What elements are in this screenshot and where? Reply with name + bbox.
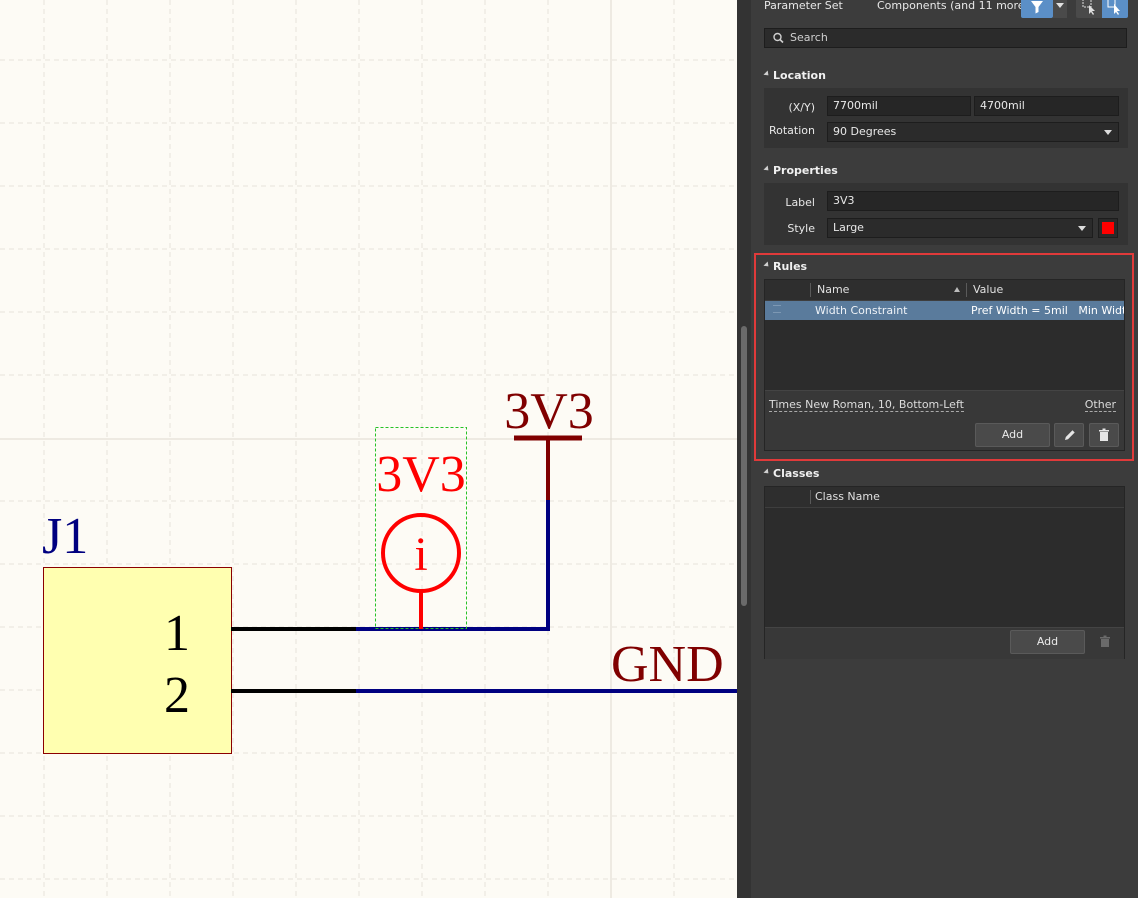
filter-button[interactable] [1021, 0, 1053, 18]
table-row[interactable]: Width Constraint Pref Width = 5mil Min W… [765, 301, 1124, 320]
properties-section-title[interactable]: Properties [773, 164, 838, 177]
net-label-gnd[interactable]: GND [611, 636, 724, 693]
row-handle-icon [773, 305, 781, 313]
filter-summary[interactable]: Components (and 11 more) [877, 0, 1029, 12]
component-designator[interactable]: J1 [42, 508, 88, 565]
location-section: (X/Y) 7700mil 4700mil Rotation 90 Degree… [764, 88, 1128, 148]
column-header-value[interactable]: Value [973, 280, 1003, 300]
rule-name-cell: Width Constraint [815, 304, 908, 317]
pin-1-number: 1 [164, 605, 190, 662]
column-separator [810, 490, 811, 504]
rules-table-footer: Times New Roman, 10, Bottom-Left Other [765, 390, 1124, 421]
search-icon [773, 32, 784, 44]
properties-section: Label 3V3 Style Large [764, 183, 1128, 245]
properties-collapse-icon[interactable] [763, 165, 771, 173]
style-label: Style [787, 222, 815, 235]
schematic-grid [0, 0, 737, 898]
pin-2-number: 2 [164, 667, 190, 724]
rotation-value: 90 Degrees [833, 125, 897, 138]
add-class-button[interactable]: Add [1010, 630, 1085, 654]
panel-scrollbar-thumb[interactable] [741, 326, 747, 606]
filter-icon [1031, 1, 1043, 14]
y-input[interactable]: 4700mil [974, 96, 1119, 116]
cursor-icon [1107, 0, 1120, 15]
label-label: Label [785, 196, 815, 209]
rotation-label: Rotation [768, 124, 815, 137]
column-header-class-name[interactable]: Class Name [815, 487, 880, 507]
classes-collapse-icon[interactable] [763, 468, 771, 476]
power-port-label[interactable]: 3V3 [504, 383, 594, 440]
trash-icon [1099, 428, 1109, 441]
pencil-icon [1065, 430, 1075, 440]
rules-table-header: Name Value [765, 280, 1124, 301]
other-link[interactable]: Other [1084, 398, 1116, 412]
xy-label: (X/Y) [788, 101, 815, 114]
filter-dropdown-button[interactable] [1053, 0, 1067, 18]
select-mode-button[interactable] [1076, 0, 1102, 18]
font-link[interactable]: Times New Roman, 10, Bottom-Left [769, 398, 964, 412]
rotation-select[interactable]: 90 Degrees [827, 122, 1119, 142]
schematic-drawing: J1 1 2 3V3 3V3 i GND [0, 0, 737, 898]
location-section-title[interactable]: Location [773, 69, 826, 82]
style-select[interactable]: Large [827, 218, 1093, 238]
edit-rule-button[interactable] [1054, 423, 1084, 447]
select-objects-icon [1082, 0, 1095, 15]
color-swatch[interactable] [1098, 218, 1118, 238]
search-placeholder: Search [790, 31, 828, 44]
style-value: Large [833, 221, 864, 234]
schematic-major-grid [0, 0, 737, 898]
rule-value-cell: Pref Width = 5mil Min Width [971, 304, 1124, 317]
component-body[interactable] [43, 567, 232, 754]
search-input[interactable]: Search [764, 28, 1127, 48]
parameter-set-label: Parameter Set [764, 0, 843, 12]
x-input[interactable]: 7700mil [827, 96, 971, 116]
classes-table-header: Class Name [765, 487, 1124, 508]
delete-class-button[interactable] [1095, 632, 1117, 652]
delete-rule-button[interactable] [1089, 423, 1119, 447]
rules-section-title[interactable]: Rules [773, 260, 807, 273]
chevron-down-icon [1078, 226, 1086, 231]
chevron-down-icon [1104, 130, 1112, 135]
label-input[interactable]: 3V3 [827, 191, 1119, 211]
classes-section-title[interactable]: Classes [773, 467, 819, 480]
sort-ascending-icon [954, 287, 960, 292]
add-rule-button[interactable]: Add [975, 423, 1050, 447]
column-separator [810, 283, 811, 297]
schematic-canvas[interactable]: J1 1 2 3V3 3V3 i GND [0, 0, 737, 898]
trash-icon [1100, 635, 1110, 647]
properties-panel: Parameter Set Components (and 11 more) S… [737, 0, 1138, 898]
location-collapse-icon[interactable] [763, 70, 771, 78]
column-header-name[interactable]: Name [817, 280, 849, 300]
info-icon: i [414, 528, 427, 581]
selected-power-port-label[interactable]: 3V3 [376, 446, 466, 503]
color-swatch-fill [1102, 222, 1114, 234]
column-separator [966, 283, 967, 297]
chevron-down-icon [1056, 3, 1064, 8]
select-mode-button-active[interactable] [1102, 0, 1128, 18]
